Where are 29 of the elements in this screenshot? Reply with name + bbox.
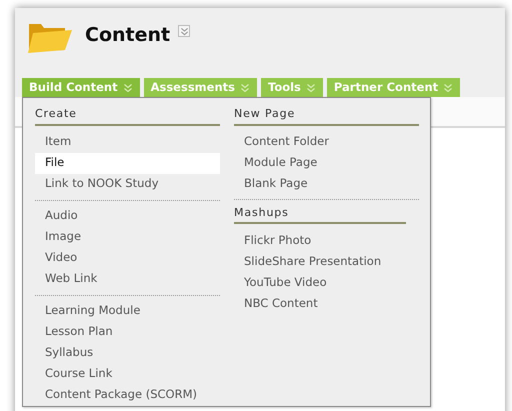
options-button[interactable] <box>178 25 190 37</box>
menu-item[interactable]: YouTube Video <box>234 272 419 293</box>
menu-item[interactable]: Content Package (SCORM) <box>35 384 220 406</box>
menu-item[interactable]: Module Page <box>234 152 419 174</box>
section-heading: Create <box>35 106 220 126</box>
menu-item[interactable]: Item <box>35 132 220 152</box>
menu-item[interactable]: Learning Module <box>35 300 220 322</box>
menu-item[interactable]: Audio <box>35 206 220 226</box>
section-heading: New Page <box>234 106 419 126</box>
menu-item[interactable]: File <box>35 152 220 174</box>
menu-item[interactable]: Content Folder <box>234 132 419 152</box>
chevron-down-icon <box>443 82 454 92</box>
menu-item[interactable]: Blank Page <box>234 174 419 194</box>
menu-item[interactable]: Syllabus <box>35 342 220 364</box>
menu-item[interactable]: Video <box>35 248 220 268</box>
menu-item[interactable]: Lesson Plan <box>35 322 220 342</box>
chevron-down-icon <box>122 82 133 92</box>
chevron-down-icon <box>306 82 316 92</box>
menu-item[interactable]: Flickr Photo <box>234 230 419 251</box>
menu-item[interactable]: NBC Content <box>234 293 419 314</box>
menu-item[interactable]: Link to NOOK Study <box>35 174 220 194</box>
menu-item[interactable]: SlideShare Presentation <box>234 251 419 272</box>
menu-item[interactable]: Image <box>35 226 220 248</box>
section-heading: Mashups <box>234 204 406 224</box>
menu-item[interactable]: Course Link <box>35 364 220 384</box>
chevron-down-icon <box>240 82 250 92</box>
menu-item[interactable]: Web Link <box>35 268 220 290</box>
chevron-down-icon <box>180 26 189 36</box>
page-title: Content <box>85 22 170 48</box>
